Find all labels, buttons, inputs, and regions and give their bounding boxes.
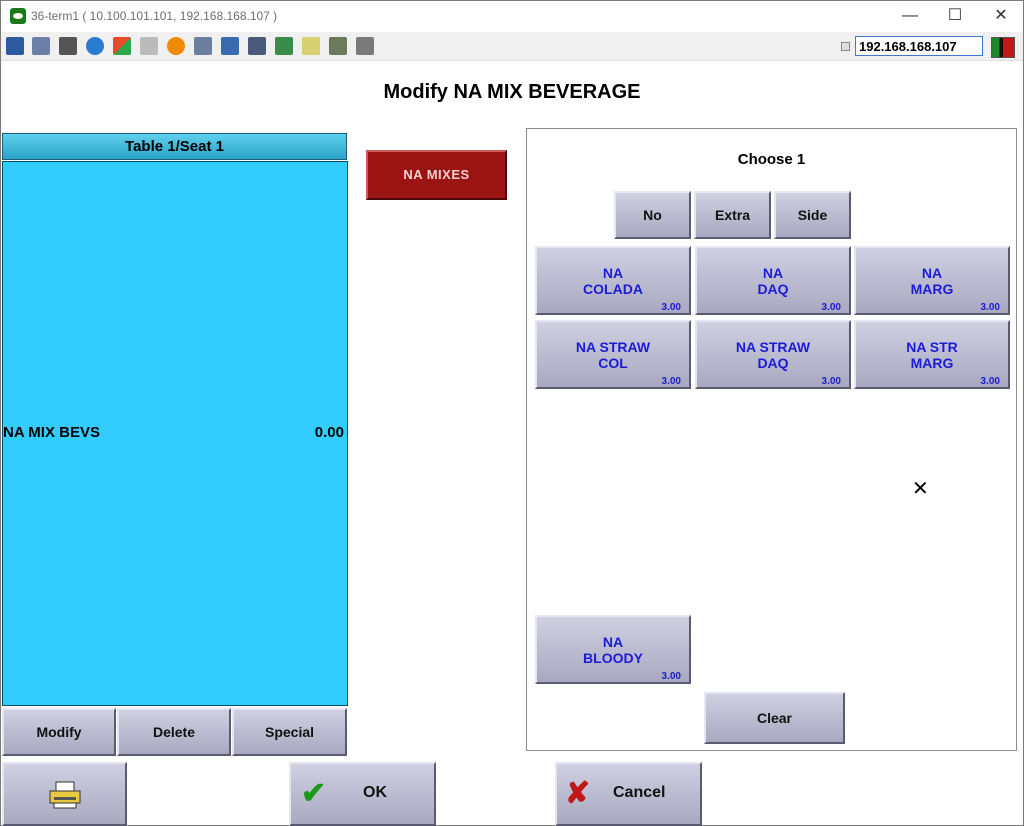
alert-icon[interactable] — [167, 37, 185, 55]
refresh-icon[interactable] — [86, 37, 104, 55]
transfer-icon[interactable] — [275, 37, 293, 55]
app-icon — [10, 8, 26, 24]
title-bar: 36-term1 ( 10.100.101.101, 192.168.168.1… — [1, 1, 1023, 31]
modifier-price: 3.00 — [980, 376, 1000, 387]
modifier-button-na-colada[interactable]: NA COLADA 3.00 — [535, 246, 691, 315]
screenshot-icon[interactable] — [329, 37, 347, 55]
keyboard-icon[interactable] — [140, 37, 158, 55]
modifier-price: 3.00 — [821, 376, 841, 387]
display-icon[interactable] — [248, 37, 266, 55]
modifier-price: 3.00 — [661, 671, 681, 682]
print-button[interactable] — [2, 762, 127, 826]
modifier-price: 3.00 — [980, 302, 1000, 313]
modifier-button-na-marg[interactable]: NA MARG 3.00 — [854, 246, 1010, 315]
windows-logo-icon[interactable] — [113, 37, 131, 55]
modifier-label: NA COLADA — [583, 264, 643, 297]
ip-address-field[interactable]: 192.168.168.107 — [855, 36, 983, 56]
order-list[interactable]: NA MIX BEVS 0.00 — [2, 161, 348, 706]
clear-button-label: Clear — [756, 710, 793, 726]
modify-button[interactable]: Modify — [2, 708, 116, 756]
app-window: 36-term1 ( 10.100.101.101, 192.168.168.1… — [0, 0, 1024, 826]
printer-icon — [49, 781, 81, 809]
modifier-label: NA STR MARG — [906, 338, 958, 371]
modifier-button-na-str-marg[interactable]: NA STR MARG 3.00 — [854, 320, 1010, 389]
minimize-button[interactable]: — — [887, 1, 933, 31]
close-button[interactable]: ✕ — [978, 1, 1024, 31]
special-button-label: Special — [264, 724, 315, 740]
prefix-side-label: Side — [797, 207, 828, 223]
prefix-no-button[interactable]: No — [614, 191, 691, 239]
seat-header: Table 1/Seat 1 — [2, 133, 347, 160]
prefix-extra-button[interactable]: Extra — [694, 191, 771, 239]
notepad-icon[interactable] — [302, 37, 320, 55]
mouse-cursor: ✕ — [912, 478, 929, 500]
prefix-extra-label: Extra — [714, 207, 751, 223]
fullscreen-icon[interactable] — [221, 37, 239, 55]
x-mark-icon: ✘ — [565, 777, 591, 810]
modifier-button-na-daq[interactable]: NA DAQ 3.00 — [695, 246, 851, 315]
modifier-price: 3.00 — [661, 376, 681, 387]
modifier-button-na-straw-col[interactable]: NA STRAW COL 3.00 — [535, 320, 691, 389]
ok-button[interactable]: ✔ OK — [289, 762, 436, 826]
modifier-label: NA STRAW COL — [575, 338, 651, 371]
maximize-button[interactable]: ☐ — [932, 1, 978, 31]
delete-button-label: Delete — [152, 724, 196, 740]
prefix-no-label: No — [643, 207, 662, 223]
category-na-mixes-button[interactable]: NA MIXES — [366, 150, 507, 200]
cancel-label: Cancel — [613, 784, 666, 801]
modifier-label: NA MARG — [910, 264, 954, 297]
order-item[interactable]: NA MIX BEVS 0.00 — [3, 424, 347, 444]
checkmark-icon: ✔ — [301, 777, 327, 810]
modifier-price: 3.00 — [661, 302, 681, 313]
modifier-label: NA DAQ — [757, 264, 789, 297]
cancel-button[interactable]: ✘ Cancel — [555, 762, 702, 826]
page-title: Modify NA MIX BEVERAGE — [383, 81, 641, 103]
monitor-icon[interactable] — [6, 37, 24, 55]
ok-label: OK — [363, 784, 387, 801]
network-icon[interactable] — [194, 37, 212, 55]
status-flag-icon — [991, 37, 1015, 58]
order-item-price: 0.00 — [314, 424, 344, 441]
special-button[interactable]: Special — [232, 708, 347, 756]
modifier-label: NA BLOODY — [583, 633, 643, 666]
modifier-button-na-straw-daq[interactable]: NA STRAW DAQ 3.00 — [695, 320, 851, 389]
window-title: 36-term1 ( 10.100.101.101, 192.168.168.1… — [31, 9, 278, 23]
delete-button[interactable]: Delete — [117, 708, 231, 756]
modifier-label: NA STRAW DAQ — [735, 338, 811, 371]
modify-button-label: Modify — [36, 724, 82, 740]
prefix-side-button[interactable]: Side — [774, 191, 851, 239]
connection-indicator — [841, 42, 850, 51]
clear-button[interactable]: Clear — [704, 692, 845, 744]
modifier-price: 3.00 — [821, 302, 841, 313]
windows-icon[interactable] — [32, 37, 50, 55]
chat-icon[interactable] — [356, 37, 374, 55]
choose-label: Choose 1 — [737, 151, 806, 168]
modifier-button-na-bloody[interactable]: NA BLOODY 3.00 — [535, 615, 691, 684]
order-item-name: NA MIX BEVS — [3, 424, 100, 441]
tools-icon[interactable] — [59, 37, 77, 55]
